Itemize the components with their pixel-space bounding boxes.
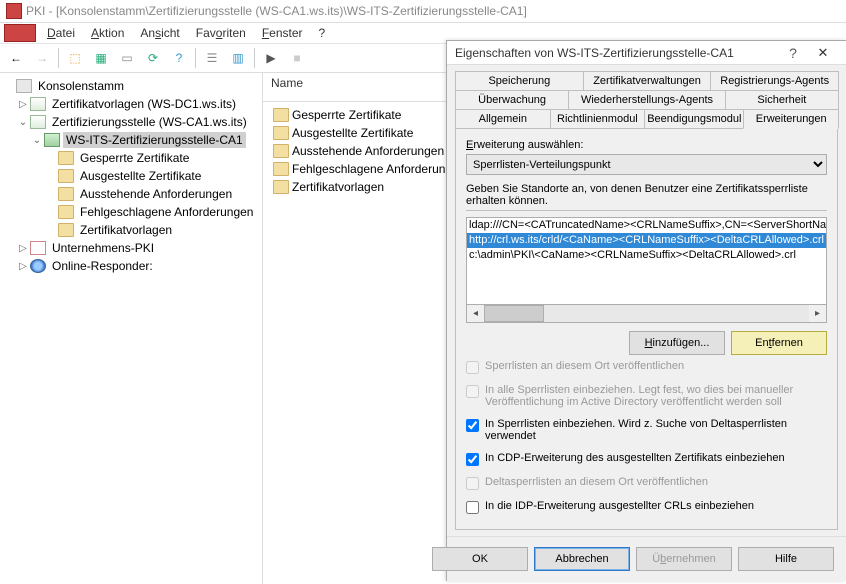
extension-select-label: Erweiterung auswählen: <box>466 139 827 151</box>
chk-idp-extension[interactable]: In die IDP-Erweiterung ausgestellter CRL… <box>466 500 827 514</box>
tree-ca[interactable]: ⌄Zertifizierungsstelle (WS-CA1.ws.its) <box>2 113 260 131</box>
remove-button[interactable]: Entfernen <box>731 331 827 355</box>
play-button[interactable]: ▶ <box>259 46 283 70</box>
location-row-selected[interactable]: http://crl.ws.its/crld/<CaName><CRLNameS… <box>467 233 826 248</box>
tab-allgemein[interactable]: Allgemein <box>455 109 551 128</box>
locations-info: Geben Sie Standorte an, von denen Benutz… <box>466 183 827 207</box>
ok-button[interactable]: OK <box>432 547 528 571</box>
view2-button[interactable]: ▥ <box>226 46 250 70</box>
window-titlebar: PKI - [Konsolenstamm\Zertifizierungsstel… <box>0 0 846 23</box>
menu-icon <box>4 24 36 42</box>
locations-listbox[interactable]: ldap:///CN=<CATruncatedName><CRLNameSuff… <box>466 217 827 305</box>
location-row[interactable]: ldap:///CN=<CATruncatedName><CRLNameSuff… <box>467 218 826 233</box>
scroll-right-icon[interactable]: ▸ <box>809 308 826 319</box>
extension-select[interactable]: Sperrlisten-Verteilungspunkt <box>466 154 827 175</box>
locations-hscrollbar[interactable]: ◂ ▸ <box>466 305 827 323</box>
dialog-tabs: Speicherung Zertifikatverwaltungen Regis… <box>447 65 846 128</box>
tree-n4[interactable]: Fehlgeschlagene Anforderungen <box>2 203 260 221</box>
stop-button: ■ <box>285 46 309 70</box>
tab-erweiterungen[interactable]: Erweiterungen <box>743 109 839 129</box>
tab-content: Erweiterung auswählen: Sperrlisten-Verte… <box>455 128 838 530</box>
chk-include-crl[interactable]: In Sperrlisten einbeziehen. Wird z. Such… <box>466 418 827 442</box>
forward-button: → <box>30 46 54 70</box>
properties-dialog: Eigenschaften von WS-ITS-Zertifizierungs… <box>446 40 846 581</box>
menu-datei[interactable]: Datei <box>39 24 83 42</box>
properties-button[interactable]: ☰ <box>200 46 224 70</box>
dialog-close-button[interactable]: ✕ <box>808 45 838 61</box>
tab-sicherheit[interactable]: Sicherheit <box>725 90 839 109</box>
help-button[interactable]: Hilfe <box>738 547 834 571</box>
chk-include-all-crl: In alle Sperrlisten einbeziehen. Legt fe… <box>466 384 827 408</box>
tree-n5[interactable]: Zertifikatvorlagen <box>2 221 260 239</box>
tree-ca-name[interactable]: ⌄WS-ITS-Zertifizierungsstelle-CA1 <box>2 131 260 149</box>
tab-beendigungsmodul[interactable]: Beendigungsmodul <box>644 109 744 128</box>
tree-n3[interactable]: Ausstehende Anforderungen <box>2 185 260 203</box>
apply-button: Übernehmen <box>636 547 732 571</box>
app-icon <box>6 3 22 19</box>
cancel-button[interactable]: Abbrechen <box>534 547 630 571</box>
chk-cdp-extension[interactable]: In CDP-Erweiterung des ausgestellten Zer… <box>466 452 827 466</box>
menu-help[interactable]: ? <box>311 24 334 42</box>
scroll-left-icon[interactable]: ◂ <box>467 308 484 319</box>
help2-button[interactable]: ? <box>167 46 191 70</box>
scroll-thumb[interactable] <box>484 305 544 322</box>
menu-aktion[interactable]: Aktion <box>83 24 132 42</box>
up-button[interactable]: ⬚ <box>63 46 87 70</box>
dialog-help-button[interactable]: ? <box>778 45 808 61</box>
tree-n2[interactable]: Ausgestellte Zertifikate <box>2 167 260 185</box>
menu-fenster[interactable]: Fenster <box>254 24 311 42</box>
tree-upki[interactable]: ▷Unternehmens-PKI <box>2 239 260 257</box>
back-button[interactable]: ← <box>4 46 28 70</box>
dialog-footer: OK Abbrechen Übernehmen Hilfe <box>447 536 846 581</box>
tree-responder[interactable]: ▷Online-Responder: <box>2 257 260 275</box>
tab-zertverwaltungen[interactable]: Zertifikatverwaltungen <box>583 71 712 90</box>
add-button[interactable]: Hinzufügen... <box>629 331 725 355</box>
window-title: PKI - [Konsolenstamm\Zertifizierungsstel… <box>26 4 527 18</box>
tree-root[interactable]: Konsolenstamm <box>2 77 260 95</box>
tree-n1[interactable]: Gesperrte Zertifikate <box>2 149 260 167</box>
dialog-titlebar: Eigenschaften von WS-ITS-Zertifizierungs… <box>447 41 846 65</box>
refresh-button[interactable]: ⟳ <box>141 46 165 70</box>
tab-ueberwachung[interactable]: Überwachung <box>455 90 569 109</box>
tab-wiederherstellungs-agents[interactable]: Wiederherstellungs-Agents <box>568 90 726 109</box>
location-row[interactable]: c:\admin\PKI\<CaName><CRLNameSuffix><Del… <box>467 248 826 263</box>
export-button[interactable]: ▭ <box>115 46 139 70</box>
tab-speicherung[interactable]: Speicherung <box>455 71 584 90</box>
chk-delta-crl: Deltasperrlisten an diesem Ort veröffent… <box>466 476 827 490</box>
tab-registrierungs-agents[interactable]: Registrierungs-Agents <box>710 71 839 90</box>
tree-cert-templates[interactable]: ▷Zertifikatvorlagen (WS-DC1.ws.its) <box>2 95 260 113</box>
tab-richtlinienmodul[interactable]: Richtlinienmodul <box>550 109 646 128</box>
menu-ansicht[interactable]: Ansicht <box>132 24 187 42</box>
show-hide-button[interactable]: ▦ <box>89 46 113 70</box>
dialog-title: Eigenschaften von WS-ITS-Zertifizierungs… <box>455 46 778 60</box>
tree-pane[interactable]: Konsolenstamm ▷Zertifikatvorlagen (WS-DC… <box>0 73 263 584</box>
menu-favoriten[interactable]: Favoriten <box>188 24 254 42</box>
chk-publish-crl: Sperrlisten an diesem Ort veröffentliche… <box>466 360 827 374</box>
